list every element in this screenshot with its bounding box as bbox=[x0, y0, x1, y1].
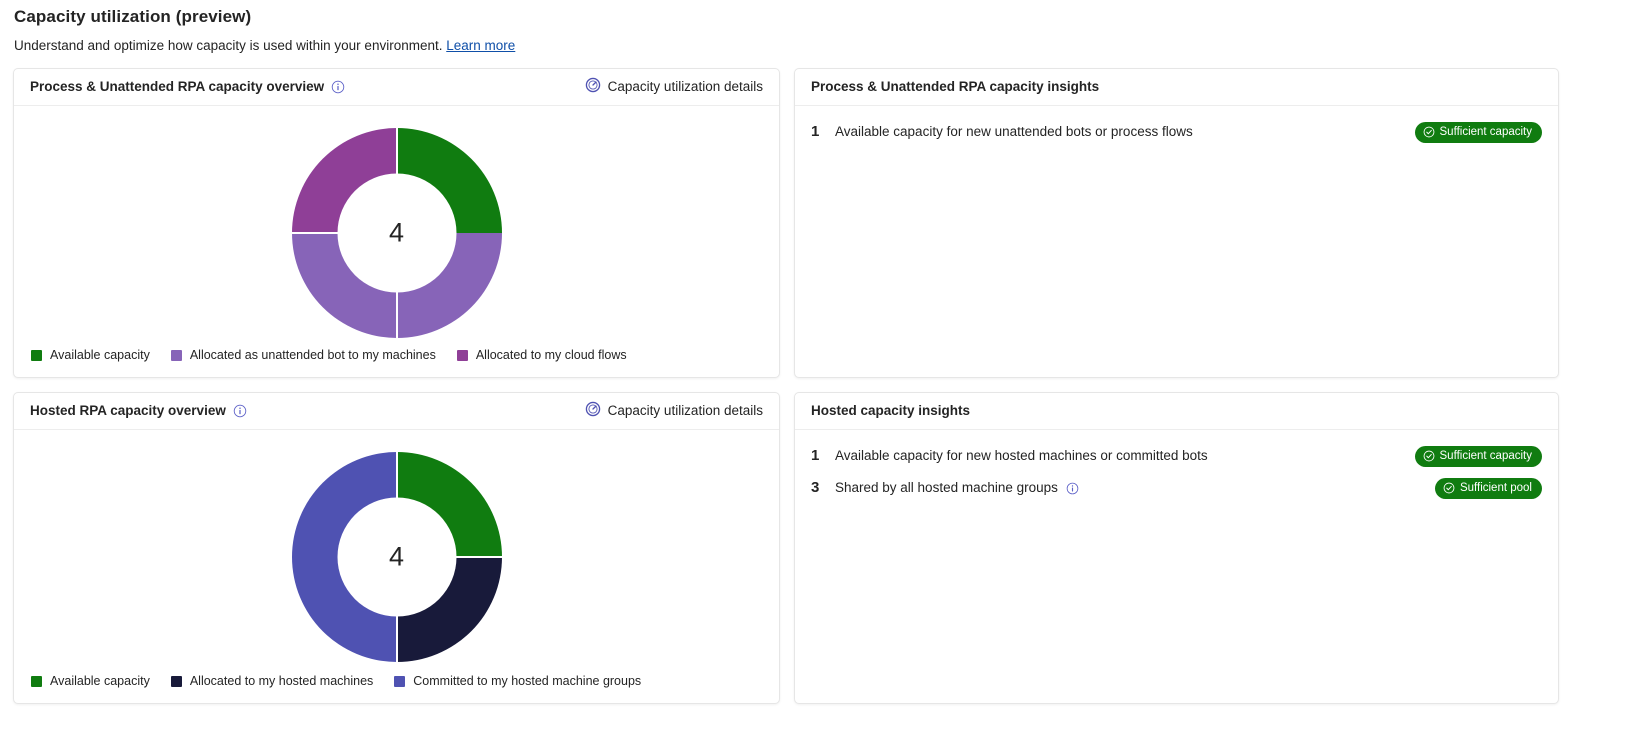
capacity-utilization-details-label: Capacity utilization details bbox=[607, 79, 763, 94]
process-unattended-overview-card: Process & Unattended RPA capacity overvi… bbox=[13, 68, 780, 378]
legend-label: Committed to my hosted machine groups bbox=[413, 674, 642, 688]
hosted-rpa-overview-card: Hosted RPA capacity overview Capacity ut… bbox=[13, 392, 780, 704]
gauge-icon bbox=[585, 401, 601, 422]
card-title: Process & Unattended RPA capacity overvi… bbox=[30, 79, 325, 94]
legend-item[interactable]: Available capacity bbox=[31, 673, 150, 689]
card-header: Process & Unattended RPA capacity overvi… bbox=[14, 69, 779, 106]
donut-center-value: 4 bbox=[388, 541, 405, 572]
status-badge-label: Sufficient capacity bbox=[1439, 449, 1532, 462]
card-title: Hosted capacity insights bbox=[811, 403, 971, 418]
insight-count: 1 bbox=[811, 123, 820, 140]
insight-row: 3 Shared by all hosted machine groups Su… bbox=[811, 472, 1542, 504]
insight-count: 3 bbox=[811, 479, 820, 496]
donut-center: 4 bbox=[337, 497, 456, 617]
legend-swatch bbox=[170, 349, 182, 361]
legend-item[interactable]: Allocated to my cloud flows bbox=[456, 347, 627, 363]
insights-list: 1 Available capacity for new unattended … bbox=[795, 106, 1558, 377]
donut-separator bbox=[455, 555, 502, 558]
status-badge: Sufficient capacity bbox=[1414, 445, 1542, 467]
chart-legend: Available capacity Allocated as unattend… bbox=[31, 347, 627, 363]
status-badge: Sufficient pool bbox=[1434, 477, 1542, 499]
process-unattended-insights-card: Process & Unattended RPA capacity insigh… bbox=[794, 68, 1559, 378]
insight-text: Available capacity for new unattended bo… bbox=[835, 124, 1193, 139]
legend-item[interactable]: Available capacity bbox=[31, 347, 150, 363]
info-icon[interactable] bbox=[1066, 482, 1079, 495]
hosted-rpa-donut-chart: 4 Available capacity Allocated to my hos… bbox=[14, 430, 779, 703]
page-header: Capacity utilization (preview) Understan… bbox=[0, 0, 1627, 55]
card-title: Hosted RPA capacity overview bbox=[30, 403, 226, 418]
legend-swatch bbox=[394, 675, 406, 687]
page-subtitle: Understand and optimize how capacity is … bbox=[14, 37, 1627, 55]
legend-item[interactable]: Allocated as unattended bot to my machin… bbox=[170, 347, 436, 363]
legend-item[interactable]: Allocated to my hosted machines bbox=[170, 673, 374, 689]
hosted-capacity-insights-card: Hosted capacity insights 1 Available cap… bbox=[794, 392, 1559, 704]
card-header: Hosted RPA capacity overview Capacity ut… bbox=[14, 393, 779, 430]
info-icon[interactable] bbox=[233, 404, 247, 418]
capacity-utilization-details-label: Capacity utilization details bbox=[607, 403, 763, 418]
legend-swatch bbox=[31, 349, 42, 361]
donut-wrap: 4 bbox=[291, 128, 502, 338]
page-subtitle-text: Understand and optimize how capacity is … bbox=[14, 38, 443, 53]
learn-more-link[interactable]: Learn more bbox=[446, 38, 515, 53]
insight-row: 1 Available capacity for new unattended … bbox=[811, 116, 1542, 148]
insight-text: Shared by all hosted machine groups bbox=[835, 480, 1058, 495]
legend-swatch bbox=[31, 675, 42, 687]
donut-separator bbox=[395, 452, 398, 498]
legend-swatch bbox=[170, 675, 182, 687]
legend-label: Allocated to my hosted machines bbox=[189, 674, 374, 688]
insights-list: 1 Available capacity for new hosted mach… bbox=[795, 430, 1558, 703]
card-header: Hosted capacity insights bbox=[795, 393, 1558, 430]
insight-count: 1 bbox=[811, 447, 820, 464]
donut-center: 4 bbox=[337, 173, 456, 293]
legend-label: Allocated to my cloud flows bbox=[475, 348, 627, 362]
capacity-utilization-details-link[interactable]: Capacity utilization details bbox=[585, 77, 763, 98]
legend-label: Available capacity bbox=[50, 674, 150, 688]
donut-separator bbox=[395, 616, 398, 662]
donut-center-value: 4 bbox=[388, 217, 405, 248]
legend-item[interactable]: Committed to my hosted machine groups bbox=[394, 673, 641, 689]
status-badge: Sufficient capacity bbox=[1414, 121, 1542, 143]
legend-label: Allocated as unattended bot to my machin… bbox=[189, 348, 436, 362]
donut-wrap: 4 bbox=[291, 452, 502, 662]
card-header: Process & Unattended RPA capacity insigh… bbox=[795, 69, 1558, 106]
info-icon[interactable] bbox=[331, 80, 345, 94]
chart-legend: Available capacity Allocated to my hoste… bbox=[31, 673, 641, 689]
card-title: Process & Unattended RPA capacity insigh… bbox=[811, 79, 1100, 94]
check-circle-icon bbox=[1423, 126, 1435, 138]
status-badge-label: Sufficient pool bbox=[1459, 481, 1532, 494]
process-unattended-donut-chart: 4 Available capacity Allocated as unatte… bbox=[14, 106, 779, 377]
legend-label: Available capacity bbox=[50, 348, 150, 362]
legend-swatch bbox=[456, 349, 468, 361]
status-badge-label: Sufficient capacity bbox=[1439, 125, 1532, 138]
gauge-icon bbox=[585, 77, 601, 98]
check-circle-icon bbox=[1443, 482, 1455, 494]
check-circle-icon bbox=[1423, 450, 1435, 462]
donut-separator bbox=[395, 128, 398, 174]
insight-row: 1 Available capacity for new hosted mach… bbox=[811, 440, 1542, 472]
capacity-utilization-details-link[interactable]: Capacity utilization details bbox=[585, 401, 763, 422]
capacity-card-grid: Process & Unattended RPA capacity overvi… bbox=[0, 55, 1627, 704]
donut-separator bbox=[395, 292, 398, 338]
page-title: Capacity utilization (preview) bbox=[14, 7, 252, 26]
insight-text: Available capacity for new hosted machin… bbox=[835, 448, 1208, 463]
donut-separator bbox=[291, 231, 338, 234]
